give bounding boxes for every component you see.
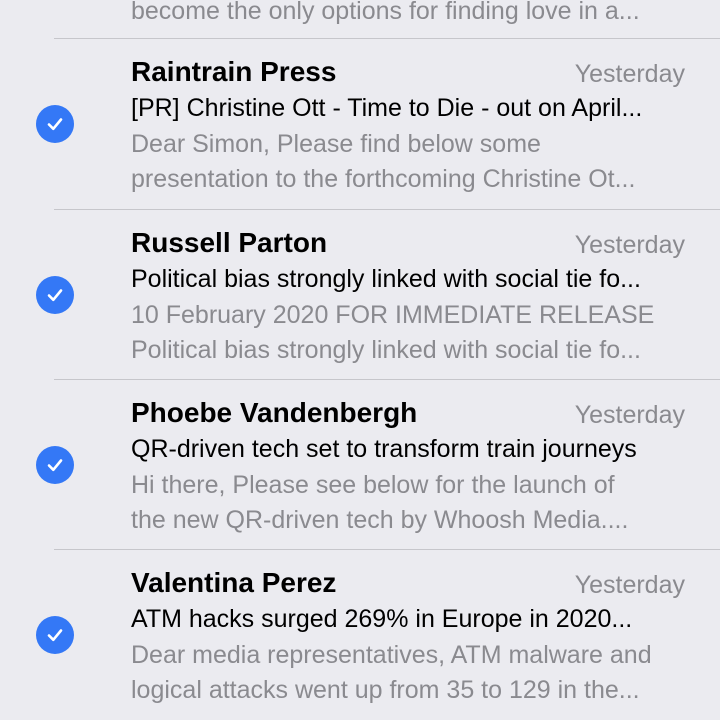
message-date: Yesterday	[574, 231, 685, 259]
message-preview: Political bias strongly linked with soci…	[131, 336, 641, 364]
sender-name: Valentina Perez	[131, 567, 337, 598]
checkmark-circle-icon[interactable]	[36, 276, 74, 314]
checkmark-circle-icon[interactable]	[36, 446, 74, 484]
sender-name: Phoebe Vandenbergh	[131, 397, 418, 428]
message-subject: QR-driven tech set to transform train jo…	[131, 435, 637, 463]
message-date: Yesterday	[574, 60, 685, 88]
mail-list: become the only options for finding love…	[0, 0, 720, 720]
list-item-partial[interactable]: become the only options for finding love…	[0, 0, 720, 38]
list-item[interactable]: Raintrain Press Yesterday [PR] Christine…	[0, 39, 720, 209]
message-date: Yesterday	[574, 571, 685, 599]
list-item[interactable]: Russell Parton Yesterday Political bias …	[0, 210, 720, 380]
sender-name: Russell Parton	[131, 227, 328, 258]
message-subject: Political bias strongly linked with soci…	[131, 265, 641, 293]
message-subject: [PR] Christine Ott - Time to Die - out o…	[131, 94, 643, 122]
message-preview: Dear media representatives, ATM malware …	[131, 641, 652, 669]
list-item[interactable]: Phoebe Vandenbergh Yesterday QR-driven t…	[0, 380, 720, 550]
list-item[interactable]: Valentina Perez Yesterday ATM hacks surg…	[0, 550, 720, 720]
message-preview: 10 February 2020 FOR IMMEDIATE RELEASE	[131, 301, 655, 329]
message-preview: presentation to the forthcoming Christin…	[131, 165, 636, 193]
message-preview: Dear Simon, Please find below some	[131, 130, 541, 158]
message-preview: Hi there, Please see below for the launc…	[131, 471, 615, 499]
message-preview: become the only options for finding love…	[131, 0, 640, 25]
checkmark-circle-icon[interactable]	[36, 105, 74, 143]
sender-name: Raintrain Press	[131, 56, 337, 87]
message-subject: ATM hacks surged 269% in Europe in 2020.…	[131, 605, 633, 633]
checkmark-circle-icon[interactable]	[36, 616, 74, 654]
message-preview: the new QR-driven tech by Whoosh Media..…	[131, 506, 629, 534]
message-preview: logical attacks went up from 35 to 129 i…	[131, 676, 640, 704]
message-date: Yesterday	[574, 401, 685, 429]
